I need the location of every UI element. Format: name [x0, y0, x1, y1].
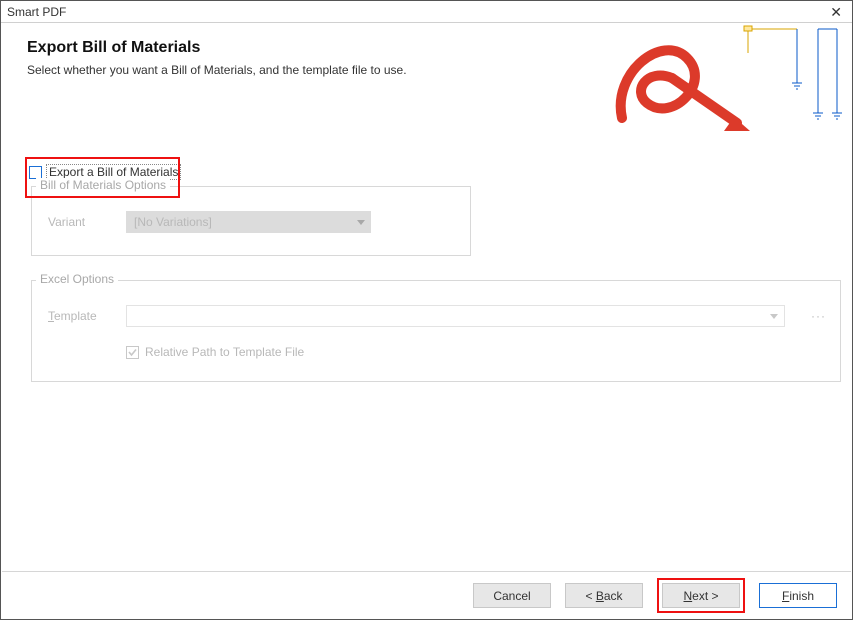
- template-label: Template: [48, 309, 110, 323]
- bom-options-fieldset: Bill of Materials Options Variant [No Va…: [31, 186, 471, 256]
- close-icon[interactable]: ✕: [826, 5, 846, 19]
- variant-select[interactable]: [No Variations]: [126, 211, 371, 233]
- finish-button[interactable]: Finish: [759, 583, 837, 608]
- relative-path-checkbox[interactable]: [126, 346, 139, 359]
- browse-button[interactable]: ···: [811, 309, 826, 323]
- template-input[interactable]: [126, 305, 785, 327]
- export-bom-checkbox[interactable]: [29, 166, 42, 179]
- variant-label: Variant: [48, 215, 110, 229]
- wizard-header: Export Bill of Materials Select whether …: [1, 23, 852, 131]
- cancel-button[interactable]: Cancel: [473, 583, 551, 608]
- titlebar: Smart PDF ✕: [1, 1, 852, 23]
- banner-graphic: [592, 23, 852, 131]
- window-title: Smart PDF: [7, 5, 66, 19]
- next-button[interactable]: Next >: [662, 583, 740, 608]
- back-button[interactable]: < Back: [565, 583, 643, 608]
- variant-value: [No Variations]: [134, 215, 212, 229]
- chevron-down-icon: [357, 220, 365, 225]
- chevron-down-icon: [770, 314, 778, 319]
- wizard-footer: Cancel < Back Next > Finish: [2, 571, 851, 619]
- excel-options-legend: Excel Options: [36, 272, 118, 286]
- excel-options-fieldset: Excel Options Template ··· Relative Path…: [31, 280, 841, 382]
- highlight-box-next: Next >: [657, 578, 745, 613]
- bom-options-legend: Bill of Materials Options: [36, 178, 170, 192]
- relative-path-label: Relative Path to Template File: [145, 345, 304, 359]
